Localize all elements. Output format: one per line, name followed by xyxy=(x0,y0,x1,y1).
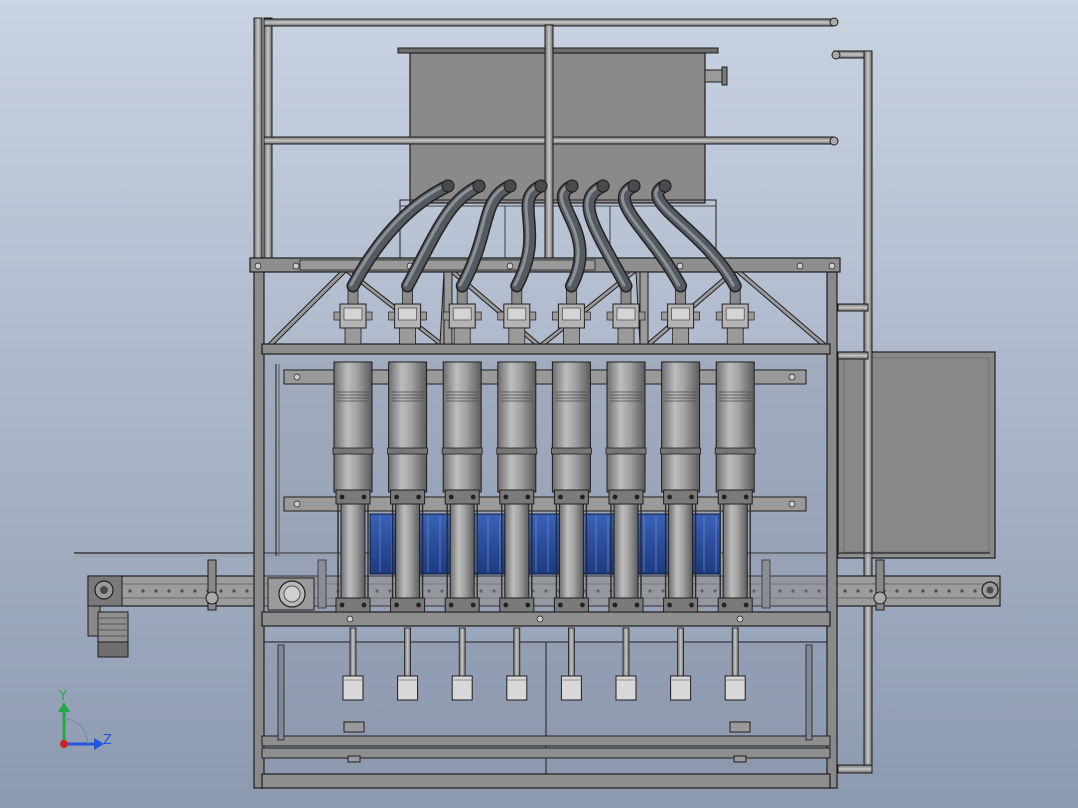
hopper-outlet xyxy=(503,179,517,193)
hopper-outlet xyxy=(565,179,579,193)
chain-link xyxy=(232,589,236,593)
cad-viewport[interactable]: Y Z xyxy=(0,0,1078,808)
chain-link xyxy=(843,589,847,593)
foot-pad xyxy=(733,755,747,763)
hopper-outlet xyxy=(596,179,610,193)
chain-link xyxy=(193,589,197,593)
chain-link xyxy=(219,589,223,593)
triad-y-label: Y xyxy=(58,689,67,704)
chain-link xyxy=(908,589,912,593)
chain-link xyxy=(141,589,145,593)
hopper-outlet xyxy=(534,179,548,193)
hopper-outlet xyxy=(658,179,672,193)
triad-z-label: Z xyxy=(103,733,112,748)
chain-link xyxy=(154,589,158,593)
foot-pad xyxy=(729,721,751,733)
chain-link xyxy=(869,589,873,593)
chain-link xyxy=(895,589,899,593)
chain-link xyxy=(960,589,964,593)
chain-link xyxy=(856,589,860,593)
hopper-outlet xyxy=(472,179,486,193)
foot-pad xyxy=(347,755,361,763)
chain-link xyxy=(947,589,951,593)
liquid-filling-machine-drawing: Y Z xyxy=(0,0,1078,808)
chain-link xyxy=(921,589,925,593)
side-cabinet xyxy=(837,351,996,559)
hopper-outlet xyxy=(627,179,641,193)
chain-link xyxy=(180,589,184,593)
chain-link xyxy=(167,589,171,593)
chain-link xyxy=(934,589,938,593)
chain-link xyxy=(128,589,132,593)
frame-motor xyxy=(267,577,315,611)
chain-link xyxy=(245,589,249,593)
hopper-outlet xyxy=(441,179,455,193)
chain-link xyxy=(973,589,977,593)
foot-pad xyxy=(343,721,365,733)
